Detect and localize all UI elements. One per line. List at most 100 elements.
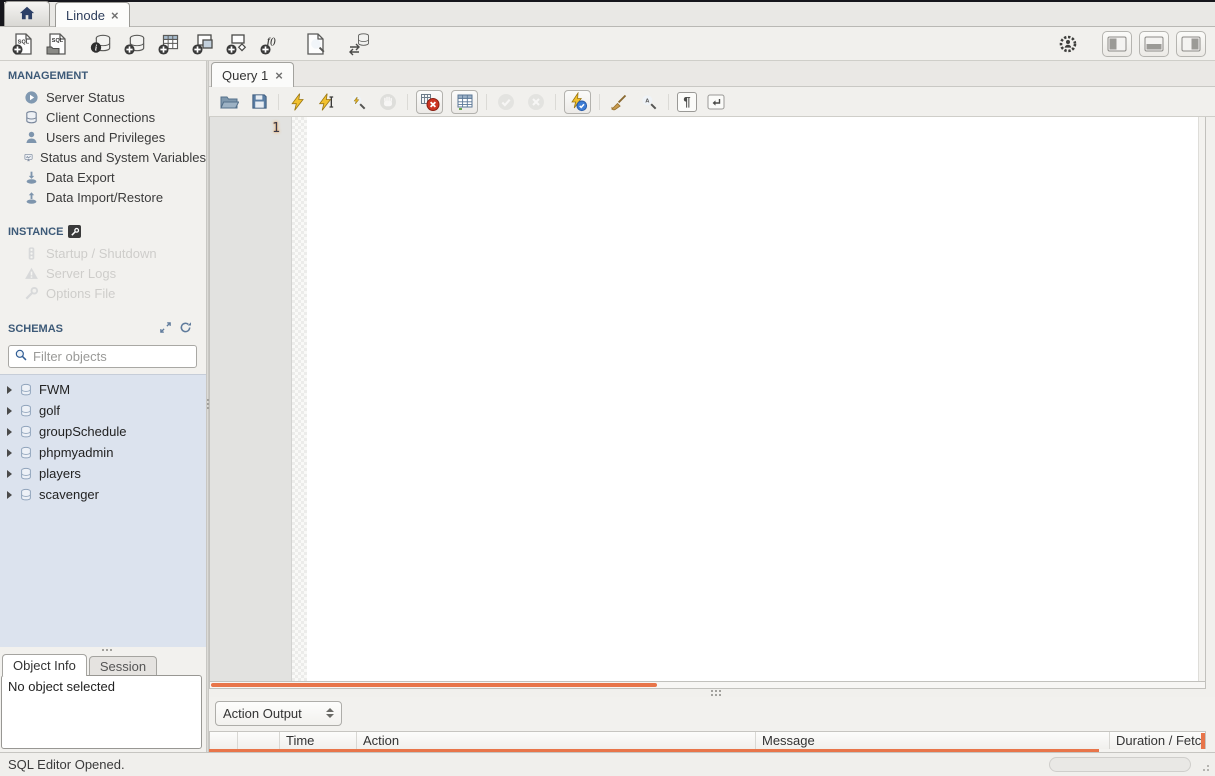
tab-session[interactable]: Session xyxy=(88,656,158,676)
sidebar-splitter[interactable] xyxy=(206,61,209,752)
execute-current-icon[interactable] xyxy=(317,91,339,113)
column-time[interactable]: Time xyxy=(280,732,357,749)
search-icon xyxy=(14,348,28,365)
column-index[interactable] xyxy=(238,732,280,749)
resize-grip[interactable] xyxy=(1207,769,1209,771)
find-icon[interactable]: A xyxy=(638,91,660,113)
schema-row-golf[interactable]: golf xyxy=(0,400,206,421)
line-number: 1 xyxy=(272,121,280,136)
scrollbar-thumb[interactable] xyxy=(211,683,657,687)
schemas-title: SCHEMAS xyxy=(8,323,64,335)
sidebar-item-users-privileges[interactable]: Users and Privileges xyxy=(0,127,206,147)
limit-rows-toggle[interactable] xyxy=(451,89,478,114)
save-icon[interactable] xyxy=(248,91,270,113)
autocommit-toggle[interactable] xyxy=(564,89,591,114)
home-tab[interactable] xyxy=(4,1,50,26)
stop-on-error-toggle[interactable] xyxy=(416,89,443,114)
schema-icon xyxy=(21,488,31,500)
output-table-header: Time Action Message Duration / Fetch xyxy=(209,731,1206,749)
tab-object-info[interactable]: Object Info xyxy=(2,654,87,676)
schema-row-fwm[interactable]: FWM xyxy=(0,379,206,400)
column-duration[interactable]: Duration / Fetch xyxy=(1110,732,1205,749)
management-section-header: MANAGEMENT xyxy=(0,61,206,87)
connection-tab-strip: Linode × xyxy=(0,0,1215,27)
open-sql-script-icon[interactable]: SQL xyxy=(43,31,71,57)
sidebar-item-data-import[interactable]: Data Import/Restore xyxy=(0,187,206,207)
management-title: MANAGEMENT xyxy=(8,70,89,82)
mysql-workbench-window: Linode × SQL SQL i f() MANAGEMENT Server… xyxy=(0,0,1215,776)
new-sql-tab-icon[interactable]: SQL xyxy=(9,31,37,57)
execute-icon[interactable] xyxy=(287,91,309,113)
output-selector[interactable]: Action Output xyxy=(215,700,342,726)
show-invisibles-toggle[interactable]: ¶ xyxy=(677,91,697,112)
schema-row-phpmyadmin[interactable]: phpmyadmin xyxy=(0,442,206,463)
output-panel: Action Output Time Action Message Durati… xyxy=(209,697,1215,752)
sidebar-item-data-export[interactable]: Data Export xyxy=(0,167,206,187)
expander-icon[interactable] xyxy=(7,427,12,436)
toggle-sidebar-button[interactable] xyxy=(1102,30,1132,57)
expander-icon[interactable] xyxy=(7,490,12,499)
stop-icon[interactable] xyxy=(377,91,399,113)
commit-icon[interactable] xyxy=(495,91,517,113)
close-query-tab-icon[interactable]: × xyxy=(275,69,283,82)
query-tab-label: Query 1 xyxy=(222,67,269,83)
schema-row-groupschedule[interactable]: groupSchedule xyxy=(0,421,206,442)
rollback-icon[interactable] xyxy=(525,91,547,113)
open-file-icon[interactable] xyxy=(218,91,240,113)
query-tab[interactable]: Query 1 × xyxy=(211,62,294,87)
server-status-icon xyxy=(25,90,38,104)
schema-icon xyxy=(21,425,31,437)
search-data-icon[interactable] xyxy=(301,31,329,57)
sidebar-item-server-logs[interactable]: Server Logs xyxy=(0,263,206,283)
schema-inspector-icon[interactable]: i xyxy=(87,31,115,57)
sidebar-item-options-file[interactable]: Options File xyxy=(0,283,206,303)
refresh-schemas-icon[interactable] xyxy=(179,321,192,337)
status-bar: SQL Editor Opened. xyxy=(0,752,1215,776)
expander-icon[interactable] xyxy=(7,385,12,394)
connection-tab-linode[interactable]: Linode × xyxy=(55,2,130,27)
wrap-text-toggle[interactable] xyxy=(705,91,727,113)
sql-code-input[interactable] xyxy=(307,117,1198,681)
create-table-icon[interactable] xyxy=(155,31,183,57)
instance-wrench-icon xyxy=(68,225,82,238)
preferences-icon[interactable] xyxy=(1055,31,1081,57)
system-variables-icon xyxy=(24,153,33,161)
editor-horizontal-scrollbar[interactable] xyxy=(209,682,1206,689)
connection-tab-label: Linode xyxy=(66,7,106,23)
expander-icon[interactable] xyxy=(7,406,12,415)
create-function-icon[interactable]: f() xyxy=(257,31,285,57)
expander-icon[interactable] xyxy=(7,448,12,457)
create-view-icon[interactable] xyxy=(189,31,217,57)
expander-icon[interactable] xyxy=(7,469,12,478)
column-status[interactable] xyxy=(210,732,238,749)
startup-shutdown-icon xyxy=(28,246,35,260)
sidebar-item-startup-shutdown[interactable]: Startup / Shutdown xyxy=(0,243,206,263)
explain-icon[interactable] xyxy=(347,91,369,113)
sidebar-item-system-variables[interactable]: Status and System Variables xyxy=(0,147,206,167)
create-procedure-icon[interactable] xyxy=(223,31,251,57)
schema-filter-input[interactable] xyxy=(33,349,206,364)
column-message[interactable]: Message xyxy=(756,732,1110,749)
data-export-icon xyxy=(26,171,37,184)
create-schema-icon[interactable] xyxy=(121,31,149,57)
editor-vertical-scrollbar[interactable] xyxy=(1198,117,1205,681)
svg-text:f(): f() xyxy=(267,36,276,46)
schema-row-players[interactable]: players xyxy=(0,463,206,484)
sidebar-item-client-connections[interactable]: Client Connections xyxy=(0,107,206,127)
toggle-secondary-sidebar-button[interactable] xyxy=(1176,30,1206,57)
close-tab-icon[interactable]: × xyxy=(111,9,119,22)
options-file-icon xyxy=(25,286,39,299)
navigator-sidebar: MANAGEMENT Server Status Client Connecti… xyxy=(0,61,206,752)
toggle-output-panel-button[interactable] xyxy=(1139,30,1169,57)
output-vertical-scrollbar[interactable] xyxy=(1201,733,1205,749)
column-action[interactable]: Action xyxy=(357,732,756,749)
status-text: SQL Editor Opened. xyxy=(8,757,125,772)
schema-row-scavenger[interactable]: scavenger xyxy=(0,484,206,505)
output-panel-splitter[interactable] xyxy=(209,689,1215,697)
data-migration-icon[interactable] xyxy=(345,31,373,57)
object-info-content: No object selected xyxy=(1,675,202,749)
beautify-icon[interactable] xyxy=(608,91,630,113)
expand-panel-icon[interactable] xyxy=(159,321,172,337)
instance-title: INSTANCE xyxy=(8,225,64,238)
sidebar-item-server-status[interactable]: Server Status xyxy=(0,87,206,107)
